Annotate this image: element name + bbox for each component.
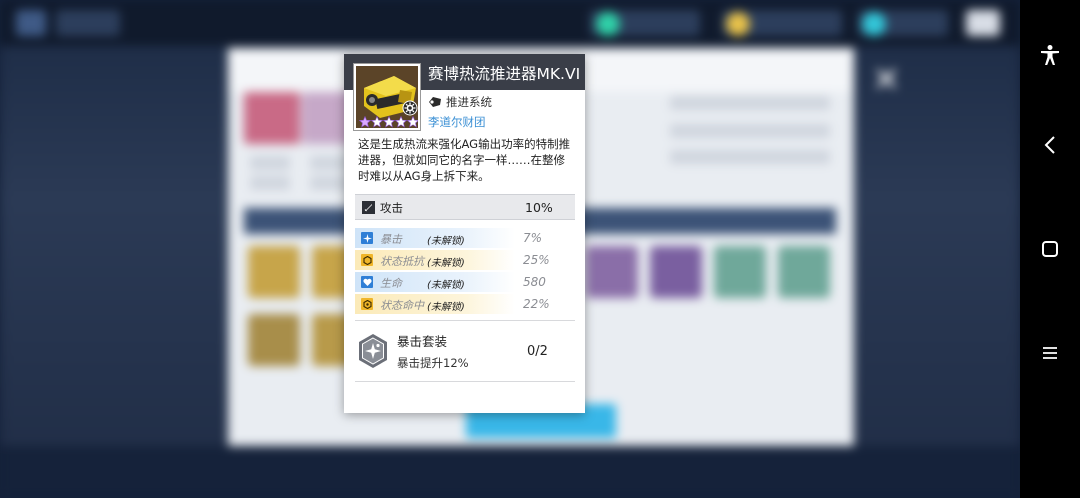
background-line	[670, 150, 830, 164]
background-resource-2-icon	[726, 12, 750, 36]
attack-icon	[362, 201, 375, 214]
sub-stat-lock-text: (未解锁)	[427, 280, 465, 291]
recent-apps-icon[interactable]	[1035, 338, 1065, 368]
resist-hex-icon	[361, 254, 373, 266]
item-description: 这是生成热流来强化AG输出功率的特制推进器，但就如同它的名字一样……在整修时难以…	[358, 137, 571, 183]
background-bottom-bar	[0, 446, 1020, 498]
item-tooltip-card: 赛博热流推进器MK.VI 推进系统 李道尔财团 这是生成热流来强化AG输出功率的…	[344, 54, 585, 413]
star-icon	[395, 116, 407, 128]
background-slot	[778, 246, 830, 298]
item-manufacturer: 李道尔财团	[428, 115, 486, 129]
screen: ✕ 赛博热流推进器MK.VI 推进系统 李道尔财团 这是生成热流来强化AG输出功…	[0, 0, 1080, 498]
sub-stat-value: 580	[523, 275, 546, 289]
sub-stat-label: 状态抵抗	[380, 255, 424, 268]
sub-stat-value: 22%	[523, 297, 550, 311]
set-bonus-row: 暴击套装 暴击提升12% 0/2	[355, 321, 575, 381]
sub-stat-label: 暴击	[380, 233, 402, 246]
background-close-icon: ✕	[872, 60, 901, 100]
sub-stat-label: 生命	[380, 277, 402, 290]
background-slot	[714, 246, 766, 298]
sub-stat-row: 暴击 (未解锁) 7%	[355, 228, 575, 248]
item-type: 推进系统	[428, 94, 492, 110]
crit-star-icon	[361, 232, 373, 244]
sub-stat-row: 生命 (未解锁) 580	[355, 272, 575, 292]
star-icon	[383, 116, 395, 128]
sub-stat-lock-text: (未解锁)	[427, 236, 465, 247]
sub-stat-row: 状态抵抗 (未解锁) 25%	[355, 250, 575, 270]
set-bonus-name: 暴击套装	[397, 334, 448, 349]
sub-stat-row: 状态命中 (未解锁) 22%	[355, 294, 575, 314]
rarity-stars	[359, 116, 418, 128]
home-icon[interactable]	[1035, 234, 1065, 264]
hit-hex-icon	[361, 298, 373, 310]
set-bonus-description: 暴击提升12%	[397, 356, 469, 370]
divider	[355, 381, 575, 382]
accessibility-icon[interactable]	[1035, 40, 1065, 70]
background-title	[56, 10, 120, 36]
background-resource-1-icon	[596, 12, 620, 36]
heart-icon	[361, 276, 373, 288]
sub-stat-value: 7%	[523, 231, 543, 245]
main-stat-row: 攻击 10%	[355, 194, 575, 220]
background-slot	[586, 246, 638, 298]
sub-stat-label: 状态命中	[380, 299, 424, 312]
item-category: 推进系统	[446, 95, 492, 109]
background-slot	[248, 246, 300, 298]
star-icon	[359, 116, 371, 128]
background-slot	[650, 246, 702, 298]
background-line	[670, 124, 830, 138]
background-slot	[248, 314, 300, 366]
background-resource-3-icon	[862, 12, 886, 36]
item-name: 赛博热流推进器MK.VI	[428, 65, 581, 83]
main-stat-value: 10%	[525, 200, 553, 215]
star-icon	[371, 116, 383, 128]
background-menu-button	[966, 10, 1000, 36]
background-line	[670, 96, 830, 110]
thruster-type-icon	[429, 97, 441, 107]
thruster-item-icon	[354, 64, 420, 130]
background-line	[250, 156, 290, 170]
background-home-icon	[16, 10, 46, 36]
sub-stat-value: 25%	[523, 253, 550, 267]
background-line	[250, 176, 290, 190]
background-portrait-1	[244, 92, 300, 144]
system-navigation-bar	[1020, 0, 1080, 498]
sub-stat-lock-text: (未解锁)	[427, 302, 465, 313]
sub-stat-lock-text: (未解锁)	[427, 258, 465, 269]
gear-icon	[402, 100, 418, 116]
back-icon[interactable]	[1035, 130, 1065, 160]
main-stat-label: 攻击	[380, 201, 403, 215]
set-bonus-progress: 0/2	[527, 344, 548, 359]
star-icon	[407, 116, 418, 128]
crit-set-hex-icon	[359, 334, 387, 368]
